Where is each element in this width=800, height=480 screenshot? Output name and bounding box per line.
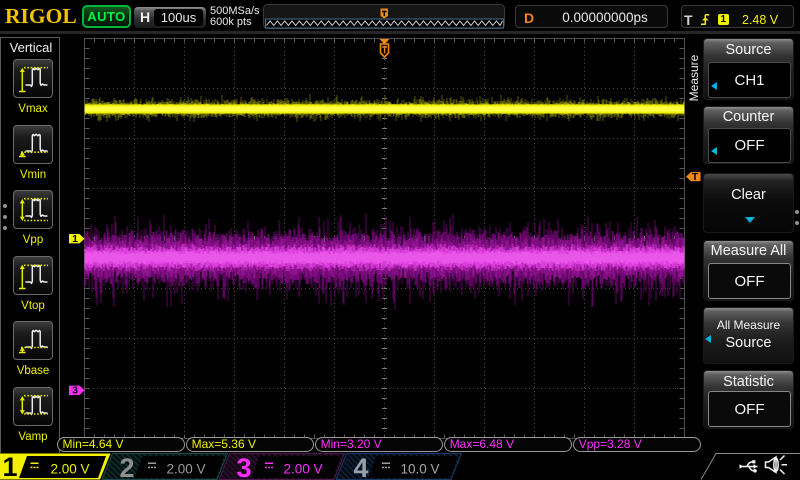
svg-text:2.00 V: 2.00 V [283, 462, 322, 477]
svg-text:3: 3 [72, 385, 78, 397]
svg-text:4: 4 [353, 453, 368, 480]
svg-text:2.00 V: 2.00 V [166, 462, 205, 477]
svg-text:2.00 V: 2.00 V [50, 462, 89, 477]
svg-text:1: 1 [72, 233, 78, 245]
svg-text:1: 1 [2, 452, 17, 480]
svg-text:10.0 V: 10.0 V [400, 462, 439, 477]
svg-text:3: 3 [236, 453, 251, 480]
svg-text:T: T [692, 171, 699, 183]
svg-text:2: 2 [119, 453, 134, 480]
